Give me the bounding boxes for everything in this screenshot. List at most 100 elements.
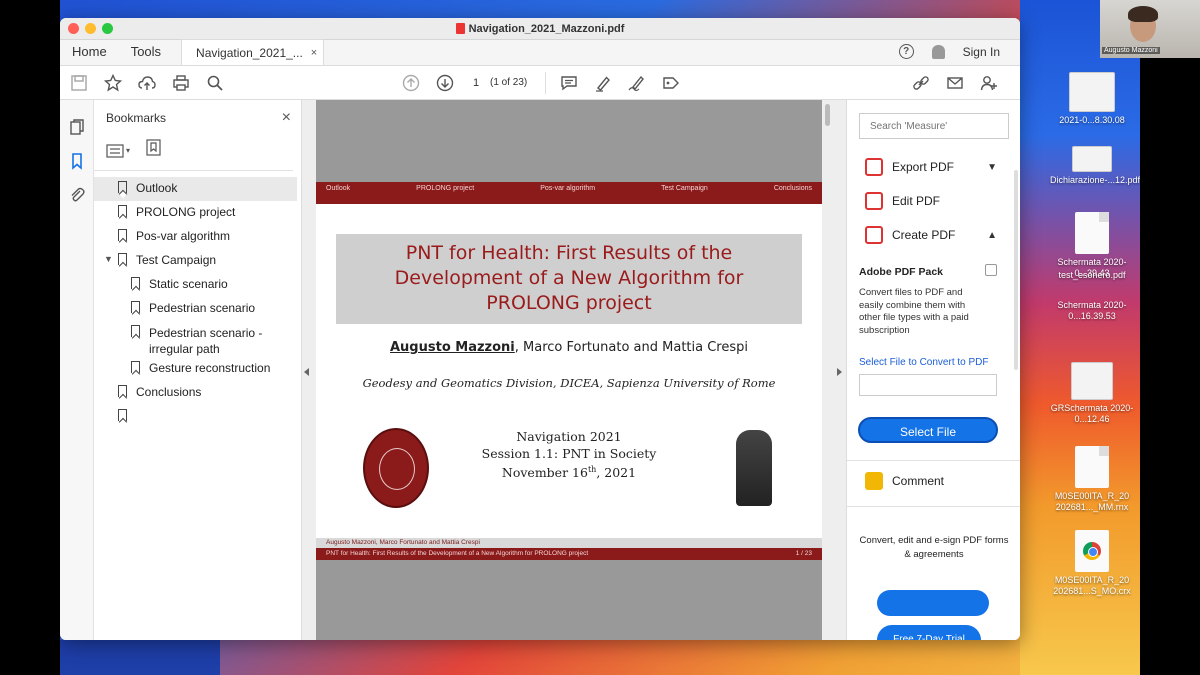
bookmark-icon [131,361,140,373]
bookmarks-header: Bookmarks × [94,100,301,127]
comment-tool[interactable]: Comment [847,466,1020,496]
tool-label: Create PDF [892,228,956,242]
create-pdf-tool[interactable]: Create PDF ▲ [847,220,1020,250]
bookmarks-list: Outlook PROLONG project Pos-var algorith… [94,171,301,429]
slide-nav-item[interactable]: PROLONG project [416,185,474,204]
desktop-icon-screenshot[interactable]: GRSchermata 2020-0...12.46 [1050,362,1134,425]
bookmark-pos-var-algorithm[interactable]: Pos-var algorithm [94,225,301,249]
bookmark-test-campaign[interactable]: ▼ Test Campaign [94,249,301,273]
tool-label: Export PDF [892,160,955,174]
tools-tab[interactable]: Tools [119,44,173,65]
slide-nav-item[interactable]: Outlook [326,185,350,204]
desktop-icon-crx[interactable]: M0SE00ITA_R_20 202681...S_MO.crx [1050,530,1134,597]
pane-divider [847,506,1020,507]
email-icon[interactable] [938,66,972,100]
slide-affiliation: Geodesy and Geomatics Division, DICEA, S… [362,376,776,390]
select-file-button[interactable]: Select File [858,417,998,443]
page-number-input[interactable] [462,72,490,93]
print-icon[interactable] [164,66,198,100]
edit-pdf-tool[interactable]: Edit PDF [847,186,1020,216]
main-toolbar: (1 of 23) [60,66,1020,100]
desktop-icon-pdf[interactable]: test_esonero.pdf [1050,270,1134,281]
minimize-window-button[interactable] [85,23,96,34]
collapse-left-panel-icon[interactable] [304,368,309,376]
export-pdf-tool[interactable]: Export PDF ▼ [847,152,1020,182]
slide-session-info: Navigation 2021 Session 1.1: PNT in Soci… [466,429,672,482]
star-icon[interactable] [96,66,130,100]
slide-title-line: PROLONG project [486,292,652,314]
slide-title: PNT for Health: First Results of the Dev… [336,234,802,324]
desktop-icon-screenshot[interactable]: Schermata 2020-0...16.39.53 [1050,300,1134,322]
document-tab[interactable]: Navigation_2021_... × [181,39,325,65]
bookmark-icon [118,229,127,241]
cloud-upload-icon[interactable] [130,66,164,100]
slide-nav-item[interactable]: Test Campaign [661,185,708,204]
bookmark-label: Static scenario [149,277,228,291]
expand-right-panel-icon[interactable] [837,368,842,376]
desktop-icon-pdf[interactable]: Dichiarazione-...12.pdf [1050,146,1140,186]
desktop-icon-label: test_esonero.pdf [1058,270,1126,280]
presenting-author: Augusto Mazzoni [389,340,515,355]
desktop-icon-screenshot[interactable]: Schermata 2020-0...39.43 [1050,212,1134,279]
attachments-paperclip-icon[interactable] [60,178,94,212]
comment-icon[interactable] [552,66,586,100]
page-up-icon[interactable] [394,66,428,100]
chevron-down-icon[interactable]: ▼ [104,252,113,266]
tools-pane-scrollbar[interactable] [1014,170,1018,370]
co-authors: , Marco Fortunato and Mattia Crespi [514,340,748,355]
comment-icon [865,472,883,490]
page-down-icon[interactable] [428,66,462,100]
slide-footer-title: PNT for Health: First Results of the Dev… [326,550,589,557]
slide-nav-item[interactable]: Pos-var algorithm [540,185,595,204]
file-drop-field[interactable] [859,374,997,396]
promo-button-partial[interactable] [877,590,989,616]
bookmarks-panel-icon[interactable] [60,144,94,178]
help-icon[interactable]: ? [898,44,914,59]
bookmark-icon [118,253,127,265]
bookmark-label: Pedestrian scenario - irregular path [149,325,262,357]
bookmark-gesture-reconstruction[interactable]: Gesture reconstruction [94,357,301,381]
file-icon [1075,530,1109,572]
close-tab-icon[interactable]: × [311,47,317,59]
bookmark-icon [118,409,127,421]
acrobat-window: Navigation_2021_Mazzoni.pdf Home Tools N… [60,18,1020,640]
home-tab[interactable]: Home [60,44,119,65]
bookmark-empty[interactable] [94,405,301,429]
sign-in-link[interactable]: Sign In [963,45,1000,59]
select-file-label[interactable]: Select File to Convert to PDF [859,357,989,368]
bookmark-icon [118,181,127,193]
save-icon[interactable] [62,66,96,100]
file-icon [1075,212,1109,254]
add-user-icon[interactable] [972,66,1006,100]
bookmark-pedestrian-irregular[interactable]: Pedestrian scenario - irregular path [94,321,301,357]
fill-sign-tag-icon[interactable] [654,66,688,100]
add-bookmark-icon[interactable] [146,139,162,162]
bookmark-options-dropdown[interactable]: ▾ [106,143,130,158]
free-trial-button[interactable]: Free 7-Day Trial [877,625,981,640]
page-thumbnails-icon[interactable] [60,110,94,144]
document-scrollbar[interactable] [825,104,830,126]
desktop-icon-rnx[interactable]: M0SE00ITA_R_20 202681..._MM.rnx [1050,446,1134,513]
bookmark-conclusions[interactable]: Conclusions [94,381,301,405]
bookmark-static-scenario[interactable]: Static scenario [94,273,301,297]
menu-bar: Home Tools Navigation_2021_... × ? Sign … [60,39,1020,66]
date-year: , 2021 [596,465,637,481]
search-icon[interactable] [198,66,232,100]
bookmark-prolong-project[interactable]: PROLONG project [94,201,301,225]
sign-icon[interactable] [620,66,654,100]
zoom-window-button[interactable] [102,23,113,34]
notifications-bell-icon[interactable] [931,44,945,59]
link-edit-icon[interactable] [904,66,938,100]
slide-nav-item[interactable]: Conclusions [774,185,812,204]
bookmark-pedestrian-scenario[interactable]: Pedestrian scenario [94,297,301,321]
desktop-icon-file[interactable]: 2021-0...8.30.08 [1050,72,1134,126]
chevron-down-icon[interactable]: ▼ [987,162,997,173]
chevron-up-icon[interactable]: ▲ [987,230,997,241]
bookmark-outlook[interactable]: Outlook [94,177,297,201]
highlight-pen-icon[interactable] [586,66,620,100]
date-text: November 16 [501,465,588,481]
close-window-button[interactable] [68,23,79,34]
event-name: Navigation 2021 [516,429,622,444]
tools-search-input[interactable] [859,113,1009,139]
close-icon[interactable]: × [282,109,291,127]
